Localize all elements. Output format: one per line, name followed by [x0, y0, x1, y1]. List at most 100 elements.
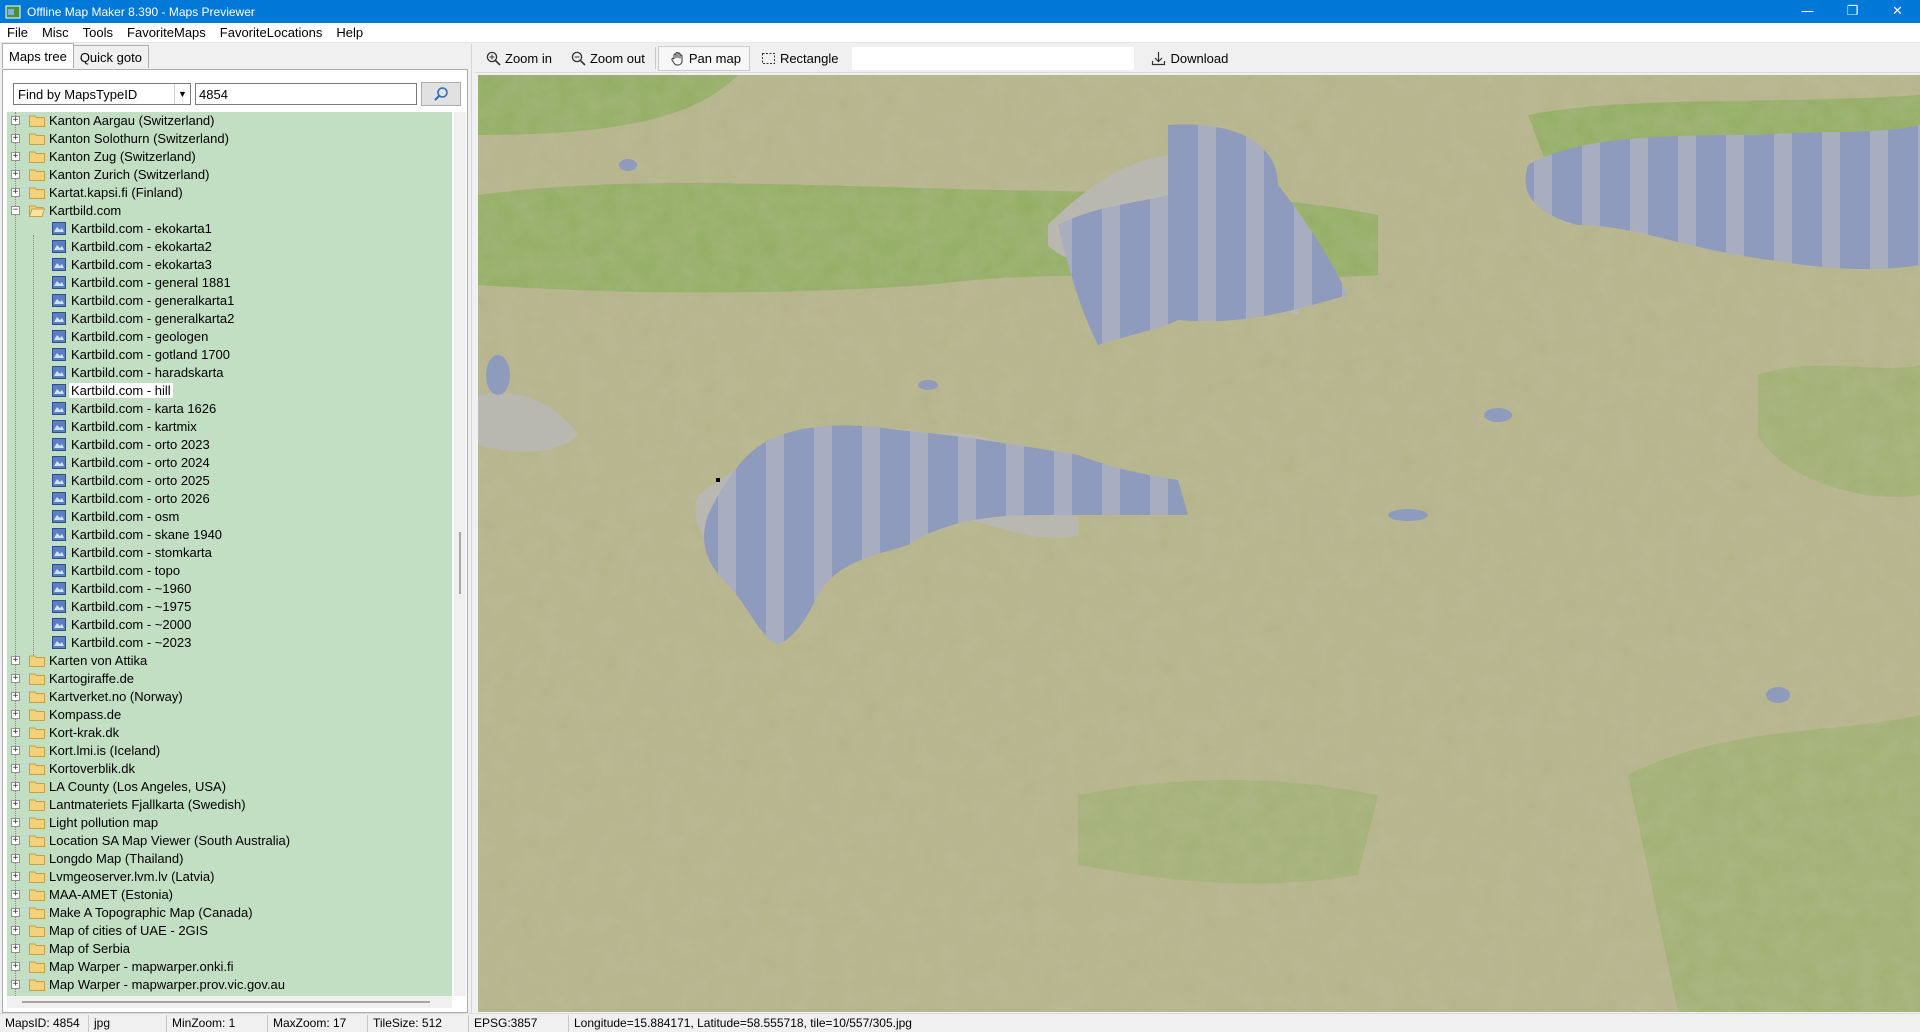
expand-icon[interactable]: + [11, 134, 20, 143]
tree-folder-item[interactable]: + Kartogiraffe.de [7, 670, 452, 688]
tree-folder-item[interactable]: + Map of Serbia [7, 940, 452, 958]
menu-help[interactable]: Help [329, 25, 370, 40]
expand-icon[interactable]: + [11, 926, 20, 935]
tree-map-item[interactable]: Kartbild.com - orto 2023 [7, 436, 452, 454]
tree-vertical-scrollbar[interactable] [454, 112, 466, 996]
minimize-button[interactable]: — [1785, 0, 1830, 23]
restore-button[interactable]: ❐ [1830, 0, 1875, 23]
expand-icon[interactable]: + [11, 152, 20, 161]
tree-map-item[interactable]: Kartbild.com - orto 2025 [7, 472, 452, 490]
map-view[interactable] [478, 75, 1920, 1012]
expand-icon[interactable]: + [11, 656, 20, 665]
tree-map-item[interactable]: Kartbild.com - generalkarta1 [7, 292, 452, 310]
tree-map-item[interactable]: Kartbild.com - orto 2026 [7, 490, 452, 508]
menu-favorite-maps[interactable]: FavoriteMaps [120, 25, 213, 40]
tree-folder-item[interactable]: + Location SA Map Viewer (South Australia… [7, 832, 452, 850]
tree-map-item[interactable]: Kartbild.com - ekokarta3 [7, 256, 452, 274]
tree-folder-item[interactable]: + Kanton Solothurn (Switzerland) [7, 130, 452, 148]
tree-map-item[interactable]: Kartbild.com - stomkarta [7, 544, 452, 562]
expand-icon[interactable]: + [11, 728, 20, 737]
search-mode-select[interactable]: Find by MapsTypeID ▼ [13, 83, 191, 105]
expand-icon[interactable]: + [11, 116, 20, 125]
expand-icon[interactable]: + [11, 908, 20, 917]
expand-icon[interactable]: + [11, 746, 20, 755]
tree-folder-item[interactable]: + Karten von Attika [7, 652, 452, 670]
expand-icon[interactable]: + [11, 674, 20, 683]
tree-map-item[interactable]: Kartbild.com - osm [7, 508, 452, 526]
scrollbar-thumb[interactable] [22, 1001, 430, 1003]
search-button[interactable] [421, 82, 461, 106]
toolbar-textbox[interactable] [852, 46, 1135, 70]
tree-folder-item[interactable]: + Kort-krak.dk [7, 724, 452, 742]
tree-folder-item[interactable]: + Kortoverblik.dk [7, 760, 452, 778]
zoom-out-button[interactable]: Zoom out [560, 46, 653, 71]
tree-map-item[interactable]: Kartbild.com - ~2023 [7, 634, 452, 652]
expand-icon[interactable]: + [11, 710, 20, 719]
tree-map-item[interactable]: Kartbild.com - ~1975 [7, 598, 452, 616]
tree-map-item[interactable]: Kartbild.com - ekokarta1 [7, 220, 452, 238]
menu-file[interactable]: File [0, 25, 35, 40]
tree-folder-item[interactable]: + Make A Topographic Map (Canada) [7, 904, 452, 922]
expand-icon[interactable]: + [11, 962, 20, 971]
tree-map-item[interactable]: Kartbild.com - hill [7, 382, 452, 400]
pan-map-button[interactable]: Pan map [657, 45, 750, 71]
expand-icon[interactable]: + [11, 692, 20, 701]
expand-icon[interactable]: + [11, 944, 20, 953]
maps-tree[interactable]: + Kanton Aargau (Switzerland) + Kanton Solo… [7, 112, 452, 996]
expand-icon[interactable]: + [11, 782, 20, 791]
tree-folder-item[interactable]: + Kartat.kapsi.fi (Finland) [7, 184, 452, 202]
tree-map-item[interactable]: Kartbild.com - general 1881 [7, 274, 452, 292]
tree-folder-item[interactable]: + Map Warper - mapwarper.onki.fi [7, 958, 452, 976]
scrollbar-thumb[interactable] [459, 532, 461, 594]
tree-map-item[interactable]: Kartbild.com - generalkarta2 [7, 310, 452, 328]
tree-folder-item[interactable]: − Kartbild.com [7, 202, 452, 220]
expand-icon[interactable]: + [11, 836, 20, 845]
menu-misc[interactable]: Misc [35, 25, 76, 40]
tree-map-item[interactable]: Kartbild.com - ekokarta2 [7, 238, 452, 256]
tree-map-item[interactable]: Kartbild.com - geologen [7, 328, 452, 346]
expand-icon[interactable]: + [11, 818, 20, 827]
expand-icon[interactable]: + [11, 188, 20, 197]
tree-folder-item[interactable]: + Kort.lmi.is (Iceland) [7, 742, 452, 760]
expand-icon[interactable]: + [11, 800, 20, 809]
menu-tools[interactable]: Tools [76, 25, 120, 40]
tree-map-item[interactable]: Kartbild.com - karta 1626 [7, 400, 452, 418]
tree-folder-item[interactable]: + Kanton Aargau (Switzerland) [7, 112, 452, 130]
tree-folder-item[interactable]: + Kanton Zug (Switzerland) [7, 148, 452, 166]
expand-icon[interactable]: + [11, 872, 20, 881]
tree-folder-item[interactable]: + Lvmgeoserver.lvm.lv (Latvia) [7, 868, 452, 886]
tree-folder-item[interactable]: + Map of cities of UAE - 2GIS [7, 922, 452, 940]
tree-folder-item[interactable]: + Light pollution map [7, 814, 452, 832]
menu-favorite-locations[interactable]: FavoriteLocations [213, 25, 330, 40]
search-input[interactable] [195, 83, 417, 105]
collapse-icon[interactable]: − [11, 206, 20, 215]
rectangle-button[interactable]: Rectangle [750, 46, 847, 71]
expand-icon[interactable]: + [11, 854, 20, 863]
tree-map-item[interactable]: Kartbild.com - ~2000 [7, 616, 452, 634]
tree-map-item[interactable]: Kartbild.com - kartmix [7, 418, 452, 436]
download-button[interactable]: Download [1140, 46, 1236, 71]
tree-folder-item[interactable]: + Longdo Map (Thailand) [7, 850, 452, 868]
expand-icon[interactable]: + [11, 170, 20, 179]
tree-folder-item[interactable]: + MAA-AMET (Estonia) [7, 886, 452, 904]
tree-map-item[interactable]: Kartbild.com - haradskarta [7, 364, 452, 382]
map-canvas[interactable] [478, 75, 1920, 1012]
tree-horizontal-scrollbar[interactable] [7, 996, 452, 1008]
tree-folder-item[interactable]: + Lantmateriets Fjallkarta (Swedish) [7, 796, 452, 814]
expand-icon[interactable]: + [11, 764, 20, 773]
expand-icon[interactable]: + [11, 890, 20, 899]
zoom-in-button[interactable]: Zoom in [475, 46, 560, 71]
tab-quick-goto[interactable]: Quick goto [72, 45, 149, 68]
tree-folder-item[interactable]: + Kompass.de [7, 706, 452, 724]
tree-map-item[interactable]: Kartbild.com - skane 1940 [7, 526, 452, 544]
tree-folder-item[interactable]: + LA County (Los Angeles, USA) [7, 778, 452, 796]
tree-folder-item[interactable]: + Kanton Zurich (Switzerland) [7, 166, 452, 184]
tree-folder-item[interactable]: + Kartverket.no (Norway) [7, 688, 452, 706]
chevron-down-icon[interactable]: ▼ [174, 84, 190, 104]
tab-maps-tree[interactable]: Maps tree [2, 43, 74, 68]
tree-map-item[interactable]: Kartbild.com - gotland 1700 [7, 346, 452, 364]
tree-map-item[interactable]: Kartbild.com - topo [7, 562, 452, 580]
close-button[interactable]: ✕ [1875, 0, 1920, 23]
tree-folder-item[interactable]: + Map Warper - mapwarper.prov.vic.gov.au [7, 976, 452, 994]
tree-map-item[interactable]: Kartbild.com - orto 2024 [7, 454, 452, 472]
